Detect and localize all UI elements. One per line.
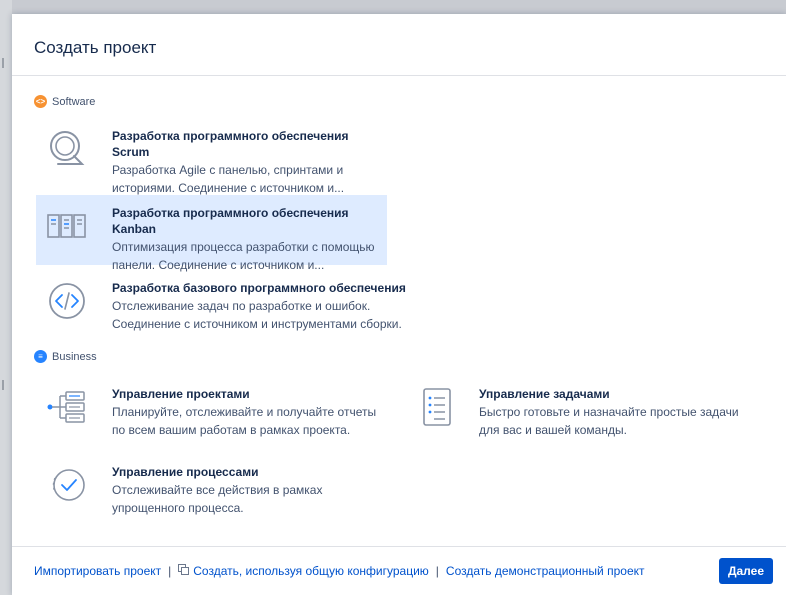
template-kanban-desc-2: панели. Соединение с источником и... (112, 258, 325, 272)
background-page-header (0, 0, 786, 14)
demo-project-link[interactable]: Создать демонстрационный проект (446, 564, 645, 578)
copy-config-icon (178, 564, 190, 578)
template-scrum-title: Разработка программного обеспечения Scru… (112, 129, 349, 159)
template-task-management-desc-2: для вас и вашей команды. (479, 423, 627, 437)
template-project-management[interactable]: Управление проектами Планируйте, отслежи… (36, 382, 396, 448)
template-task-management[interactable]: Управление задачами Быстро готовьте и на… (406, 382, 776, 448)
template-process-management-desc-2: упрощенного процесса. (112, 501, 244, 515)
process-check-icon (46, 464, 88, 506)
template-project-management-desc: Планируйте, отслеживайте и получайте отч… (112, 405, 377, 419)
template-kanban[interactable]: Разработка программного обеспечения Kanb… (36, 195, 387, 272)
footer-separator: | (435, 564, 439, 578)
import-project-link[interactable]: Импортировать проект (34, 564, 161, 578)
background-marker (2, 58, 4, 68)
template-scrum[interactable]: Разработка программного обеспечения Scru… (36, 124, 386, 195)
shared-config-label: Создать, используя общую конфигурацию (193, 564, 429, 578)
dialog-title: Создать проект (34, 38, 157, 57)
template-basic[interactable]: Разработка базового программного обеспеч… (36, 276, 436, 342)
background-marker (2, 380, 4, 390)
create-project-dialog: Создать проект <> Software Разработка пр… (12, 14, 786, 595)
shared-config-link[interactable]: Создать, используя общую конфигурацию (178, 564, 429, 578)
template-basic-title: Разработка базового программного обеспеч… (112, 281, 406, 295)
kanban-board-icon (46, 205, 88, 247)
dialog-header: Создать проект (12, 14, 786, 76)
template-kanban-title: Разработка программного обеспечения Kanb… (112, 206, 349, 236)
template-kanban-desc: Оптимизация процесса разработки с помощь… (112, 240, 375, 254)
template-process-management[interactable]: Управление процессами Отслеживайте все д… (36, 460, 396, 526)
template-task-management-desc: Быстро готовьте и назначайте простые зад… (479, 405, 739, 419)
section-business: ≡ Business (34, 350, 97, 363)
section-business-label: Business (52, 350, 97, 363)
template-project-management-desc-2: по всем вашим работам в рамках проекта. (112, 423, 351, 437)
code-badge-icon: <> (34, 95, 47, 108)
template-process-management-title: Управление процессами (112, 465, 259, 479)
template-process-management-desc: Отслеживайте все действия в рамках (112, 483, 323, 497)
checklist-icon (416, 386, 456, 428)
scrum-cycle-icon (46, 128, 88, 170)
template-basic-desc-2: Соединение с источником и инструментами … (112, 317, 402, 331)
footer-separator: | (168, 564, 172, 578)
dialog-footer: Импортировать проект | Создать, использу… (12, 546, 786, 595)
template-scrum-desc: Разработка Agile с панелью, спринтами и (112, 163, 344, 177)
template-task-management-title: Управление задачами (479, 387, 610, 401)
section-software-label: Software (52, 95, 96, 108)
next-button[interactable]: Далее (718, 558, 773, 584)
template-project-management-title: Управление проектами (112, 387, 250, 401)
template-basic-desc: Отслеживание задач по разработке и ошибо… (112, 299, 371, 313)
project-tree-icon (46, 386, 88, 428)
section-software: <> Software (34, 95, 95, 108)
code-brackets-icon (46, 280, 88, 322)
list-badge-icon: ≡ (34, 350, 47, 363)
background-page-sidebar (0, 0, 12, 595)
